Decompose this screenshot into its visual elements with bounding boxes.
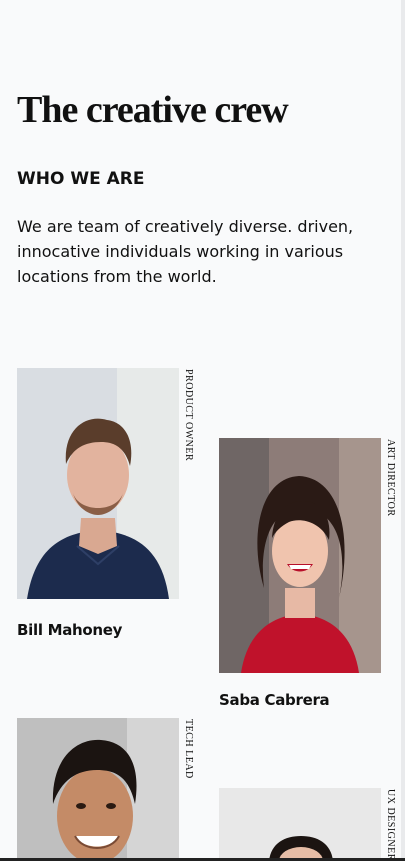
member-role: UX DESIGNER bbox=[385, 789, 396, 861]
team-member-card: PRODUCT OWNER Bill Mahoney bbox=[17, 368, 217, 648]
page-title: The creative crew bbox=[17, 89, 289, 131]
member-role: TECH LEAD bbox=[183, 719, 194, 779]
member-name[interactable]: Bill Mahoney bbox=[17, 621, 122, 639]
intro-paragraph: We are team of creatively diverse. drive… bbox=[17, 217, 354, 286]
team-member-card: TECH LEAD bbox=[17, 718, 217, 861]
team-member-card: ART DIRECTOR Saba Cabrera bbox=[219, 438, 405, 718]
team-member-card: UX DESIGNER bbox=[219, 788, 405, 861]
section-subtitle: WHO WE ARE bbox=[17, 169, 145, 189]
member-photo bbox=[17, 718, 179, 861]
scrollbar-track[interactable] bbox=[401, 0, 405, 861]
member-photo bbox=[219, 788, 381, 861]
member-photo bbox=[219, 438, 381, 673]
member-photo bbox=[17, 368, 179, 599]
member-role: PRODUCT OWNER bbox=[183, 369, 194, 462]
member-role: ART DIRECTOR bbox=[385, 439, 396, 517]
member-name[interactable]: Saba Cabrera bbox=[219, 691, 330, 709]
